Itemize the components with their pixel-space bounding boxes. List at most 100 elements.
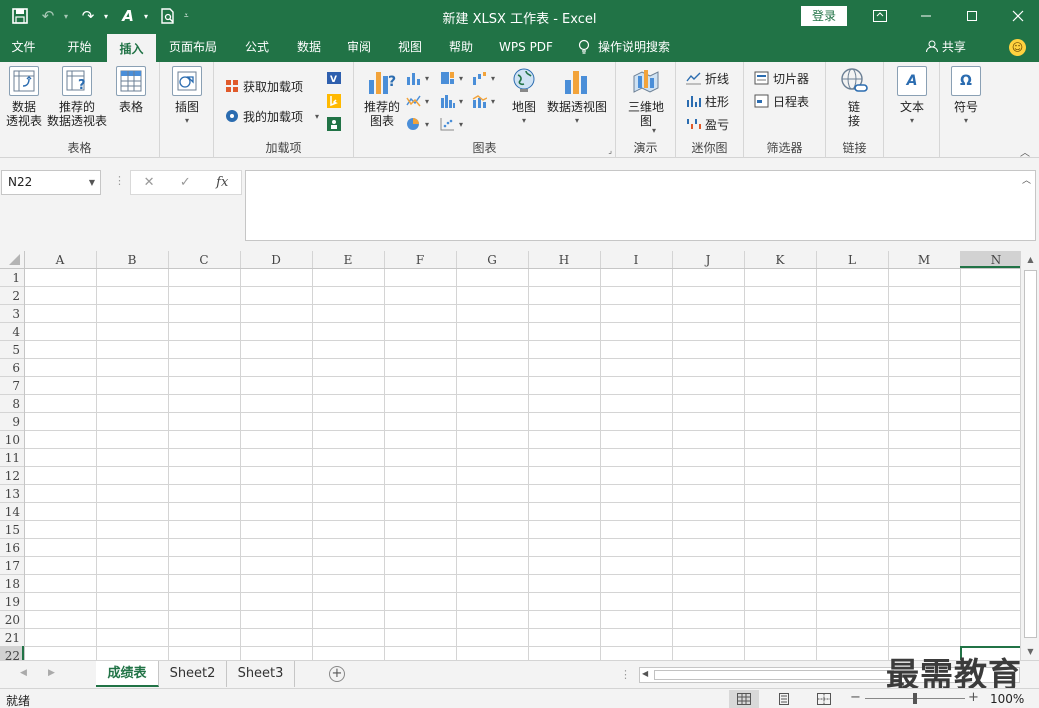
sheet-tab-sheet2[interactable]: Sheet2 <box>159 661 227 687</box>
column-header[interactable]: G <box>487 253 497 267</box>
tab-file[interactable]: 文件 <box>0 32 47 62</box>
symbols-button[interactable]: Ω 符号 ▾ <box>948 66 984 128</box>
scroll-up-icon[interactable]: ▲ <box>1021 251 1039 268</box>
visio-addin-button[interactable]: V <box>326 68 341 88</box>
collapse-ribbon-icon[interactable]: ︿ <box>1020 144 1030 159</box>
line-chart-button[interactable]: ▾ <box>406 91 429 111</box>
customize-qat-icon[interactable]: ⩡ <box>184 5 192 27</box>
tab-split-grip-icon[interactable]: ⋮ <box>620 668 631 681</box>
ribbon-display-options-icon[interactable] <box>857 0 903 32</box>
row-header[interactable]: 15 <box>5 523 20 537</box>
text-button[interactable]: A 文本 ▾ <box>894 66 930 128</box>
formula-bar-collapse-icon[interactable]: ︿ <box>1022 173 1031 186</box>
my-addins-button[interactable]: 我的加载项 ▾ <box>224 106 319 126</box>
tab-data[interactable]: 数据 <box>288 32 330 62</box>
tab-insert[interactable]: 插入 <box>107 32 156 62</box>
sparkline-line-button[interactable]: 折线 <box>686 68 729 88</box>
pivottable-button[interactable]: 数据 透视表 <box>4 66 44 128</box>
column-header[interactable]: L <box>848 253 856 267</box>
row-header[interactable]: 11 <box>5 451 20 465</box>
row-header[interactable]: 21 <box>5 631 20 645</box>
row-header[interactable]: 8 <box>12 397 20 411</box>
tab-wps-pdf[interactable]: WPS PDF <box>494 32 558 62</box>
row-header[interactable]: 16 <box>5 541 20 555</box>
page-break-view-icon[interactable] <box>809 690 839 708</box>
people-graph-button[interactable] <box>326 114 341 134</box>
sheet-tab-chengjibiao[interactable]: 成绩表 <box>96 661 159 687</box>
tab-home[interactable]: 开始 <box>53 32 106 62</box>
row-header[interactable]: 18 <box>5 577 20 591</box>
row-header[interactable]: 3 <box>12 307 20 321</box>
statistic-chart-button[interactable]: ▾ <box>440 91 463 111</box>
page-layout-view-icon[interactable] <box>769 690 799 708</box>
name-box[interactable]: N22 ▼ <box>1 170 101 195</box>
get-addins-button[interactable]: 获取加载项 <box>224 76 303 96</box>
row-header[interactable]: 22 <box>5 649 20 660</box>
row-header[interactable]: 7 <box>12 379 20 393</box>
normal-view-icon[interactable] <box>729 690 759 708</box>
scatter-chart-button[interactable]: ▾ <box>440 114 463 134</box>
redo-icon[interactable]: ↷ <box>76 5 100 27</box>
row-header[interactable]: 1 <box>12 271 20 285</box>
zoom-slider-knob[interactable] <box>913 693 917 704</box>
row-header[interactable]: 14 <box>5 505 21 519</box>
tab-help[interactable]: 帮助 <box>440 32 482 62</box>
maps-button[interactable]: 地图 ▾ <box>508 66 540 128</box>
scroll-left-icon[interactable]: ◀ <box>642 669 648 678</box>
sheet-nav-next-icon[interactable]: ▶ <box>48 668 55 678</box>
vertical-scrollbar[interactable]: ▲ ▼ <box>1020 251 1039 660</box>
redo-dropdown-icon[interactable]: ▾ <box>104 5 112 27</box>
row-header[interactable]: 12 <box>5 469 20 483</box>
sheet-nav-prev-icon[interactable]: ◀ <box>20 668 27 678</box>
scroll-down-icon[interactable]: ▼ <box>1021 643 1039 660</box>
undo-dropdown-icon[interactable]: ▾ <box>64 5 72 27</box>
formula-bar-grip-icon[interactable]: ⋮ <box>114 174 125 187</box>
font-color-icon[interactable]: A <box>116 5 140 27</box>
row-header[interactable]: 2 <box>12 289 20 303</box>
zoom-in-icon[interactable]: + <box>968 690 979 705</box>
pie-chart-button[interactable]: ▾ <box>406 114 429 134</box>
row-header[interactable]: 9 <box>12 415 20 429</box>
column-header[interactable]: F <box>416 253 424 267</box>
print-preview-icon[interactable] <box>156 5 180 27</box>
feedback-smiley-icon[interactable]: ☺ <box>1009 39 1026 56</box>
column-header[interactable]: H <box>559 253 569 267</box>
sparkline-winloss-button[interactable]: 盈亏 <box>686 114 729 134</box>
column-header[interactable]: I <box>634 253 639 267</box>
row-header[interactable]: 10 <box>5 433 20 447</box>
table-button[interactable]: 表格 <box>112 66 150 114</box>
illustrations-button[interactable]: 插图 ▾ <box>170 66 204 128</box>
recommended-pivottables-button[interactable]: ? 推荐的 数据透视表 <box>44 66 110 128</box>
row-header[interactable]: 19 <box>5 595 20 609</box>
new-sheet-plus-icon[interactable]: + <box>329 666 345 682</box>
tab-page-layout[interactable]: 页面布局 <box>162 32 224 62</box>
timeline-button[interactable]: 日程表 <box>754 91 809 111</box>
zoom-out-icon[interactable]: − <box>850 690 861 705</box>
slicer-button[interactable]: 切片器 <box>754 68 809 88</box>
tell-me-search[interactable]: 操作说明搜索 <box>578 32 670 62</box>
font-color-dropdown-icon[interactable]: ▾ <box>144 5 152 27</box>
row-header[interactable]: 6 <box>12 361 20 375</box>
row-header[interactable]: 4 <box>12 325 20 339</box>
insert-function-icon[interactable]: fx <box>216 175 228 190</box>
minimize-icon[interactable] <box>903 0 949 32</box>
save-icon[interactable] <box>8 5 32 27</box>
close-icon[interactable] <box>995 0 1039 32</box>
row-header[interactable]: 13 <box>5 487 20 501</box>
zoom-slider[interactable] <box>865 693 965 704</box>
undo-icon[interactable]: ↶ <box>36 5 60 27</box>
link-button[interactable]: 链 接 <box>836 66 872 128</box>
maximize-icon[interactable] <box>949 0 995 32</box>
3d-map-button[interactable]: 三维地 图 ▾ <box>624 66 668 135</box>
horizontal-scroll-thumb[interactable] <box>654 670 894 680</box>
pivotchart-button[interactable]: 数据透视图 ▾ <box>544 66 610 128</box>
column-header[interactable]: A <box>55 253 65 267</box>
charts-dialog-launcher-icon[interactable]: ⌟ <box>608 146 612 155</box>
row-header[interactable]: 17 <box>5 559 20 573</box>
column-header[interactable]: K <box>776 253 786 267</box>
column-header[interactable]: B <box>128 253 137 267</box>
recommended-charts-button[interactable]: ? 推荐的 图表 <box>360 66 404 128</box>
vertical-scroll-thumb[interactable] <box>1024 270 1037 638</box>
column-header[interactable]: E <box>344 253 353 267</box>
row-header[interactable]: 5 <box>12 343 20 357</box>
